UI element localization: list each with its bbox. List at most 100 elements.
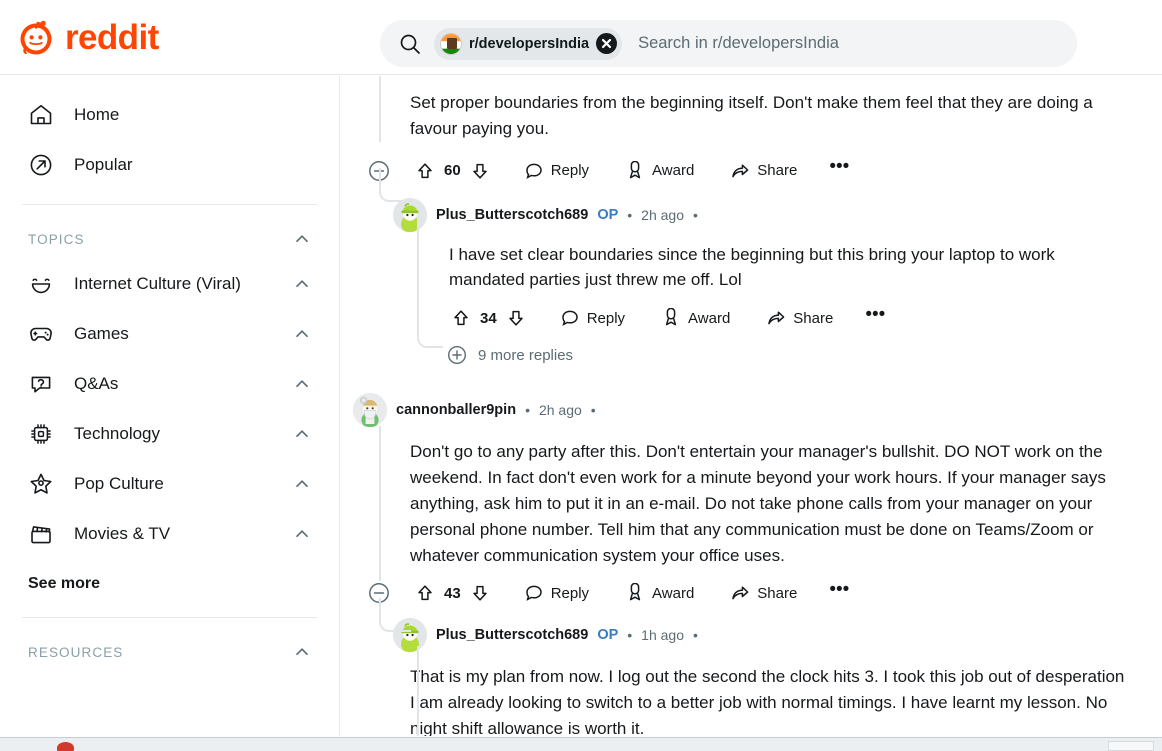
sidebar-item-movies-tv-label: Movies & TV [74, 523, 171, 543]
comment-bubble-icon [560, 308, 580, 328]
more-options-icon[interactable]: ••• [819, 157, 859, 184]
share-label: Share [757, 162, 798, 180]
sidebar-item-technology-label: Technology [74, 423, 161, 443]
home-icon [28, 102, 54, 128]
user-avatar-masked-icon[interactable] [353, 393, 387, 428]
resources-section-title: RESOURCES [28, 644, 124, 660]
award-button[interactable]: Award [617, 157, 702, 185]
sidebar-item-pop-culture-label: Pop Culture [74, 473, 164, 493]
award-label: Award [652, 162, 695, 180]
comment-timestamp: 1h ago [641, 627, 684, 644]
chevron-up-icon[interactable] [293, 275, 311, 293]
expand-plus-icon [446, 344, 468, 366]
search-input[interactable]: Search in r/developersIndia [638, 34, 839, 53]
comment-action-bar: 43 Reply Award Share ••• [367, 574, 1162, 612]
separator-dot: • [693, 627, 698, 644]
close-icon[interactable] [596, 33, 618, 54]
search-icon [398, 32, 422, 56]
separator-dot: • [525, 402, 530, 419]
star-icon [28, 471, 54, 497]
vote-group: 60 [409, 157, 496, 185]
upvote-arrow-icon[interactable] [415, 161, 435, 181]
vote-group: 43 [409, 579, 496, 607]
more-options-icon[interactable]: ••• [819, 580, 859, 607]
gamepad-icon [28, 321, 54, 347]
chevron-up-icon[interactable] [293, 325, 311, 343]
user-avatar-green-icon[interactable] [393, 197, 427, 232]
chevron-up-icon[interactable] [293, 375, 311, 393]
chevron-up-icon[interactable] [293, 525, 311, 543]
award-button[interactable]: Award [617, 579, 702, 607]
comment-text: Set proper boundaries from the beginning… [410, 93, 1093, 138]
op-badge: OP [597, 627, 619, 644]
comment-item: cannonballer9pin • 2h ago • Don't go to … [341, 393, 1162, 612]
comment-text: Don't go to any party after this. Don't … [410, 442, 1106, 565]
comment-item: Plus_Butterscotch689 OP • 1h ago • That … [341, 618, 1162, 736]
award-button[interactable]: Award [653, 304, 738, 332]
sidebar-item-home[interactable]: Home [16, 90, 323, 140]
sidebar-item-qas-label: Q&As [74, 373, 119, 393]
comment-action-bar: 60 Reply Award Share ••• [367, 152, 1162, 190]
share-label: Share [793, 309, 834, 327]
share-arrow-icon [730, 583, 750, 603]
reply-label: Reply [550, 162, 590, 180]
award-badge-icon [625, 160, 645, 181]
sidebar-item-games[interactable]: Games [16, 309, 323, 359]
award-label: Award [688, 309, 731, 327]
subreddit-chip-label: r/developersIndia [469, 35, 590, 52]
chevron-up-icon[interactable] [293, 643, 311, 661]
chevron-up-icon[interactable] [293, 425, 311, 443]
sidebar-item-internet-culture[interactable]: Internet Culture (Viral) [16, 259, 323, 309]
share-button[interactable]: Share [758, 304, 841, 332]
taskbar-tray[interactable] [1108, 741, 1154, 751]
share-button[interactable]: Share [722, 157, 805, 185]
vote-count: 34 [480, 309, 497, 327]
sidebar-section-resources[interactable]: RESOURCES [16, 632, 323, 672]
comment-author-row: cannonballer9pin • 2h ago • [353, 393, 1162, 428]
comment-bubble-icon [524, 583, 544, 603]
more-replies-label: 9 more replies [478, 346, 574, 364]
reply-button[interactable]: Reply [552, 304, 633, 332]
chevron-up-icon[interactable] [293, 475, 311, 493]
more-replies-button[interactable]: 9 more replies [446, 339, 1162, 371]
award-label: Award [652, 584, 695, 602]
op-badge: OP [597, 206, 619, 223]
downvote-arrow-icon[interactable] [470, 583, 490, 603]
sidebar-item-pop-culture[interactable]: Pop Culture [16, 459, 323, 509]
popular-arrow-icon [28, 152, 54, 178]
chevron-up-icon[interactable] [293, 230, 311, 248]
subreddit-filter-chip[interactable]: r/developersIndia [434, 27, 623, 60]
sidebar-divider-1 [22, 204, 317, 205]
comment-thread: Set proper boundaries from the beginning… [341, 76, 1162, 736]
reply-button[interactable]: Reply [516, 157, 597, 185]
thread-curve-c2 [379, 598, 411, 632]
separator-dot: • [590, 402, 596, 419]
vote-count: 60 [444, 162, 461, 180]
reddit-logo[interactable]: reddit [16, 17, 316, 57]
more-options-icon[interactable]: ••• [855, 305, 895, 332]
downvote-arrow-icon[interactable] [470, 161, 490, 181]
reddit-wordmark: reddit [65, 17, 159, 57]
sidebar-section-topics[interactable]: TOPICS [16, 219, 323, 259]
upvote-arrow-icon[interactable] [451, 308, 471, 328]
award-badge-icon [625, 583, 645, 603]
taskbar-app-icon[interactable] [57, 742, 74, 751]
reply-label: Reply [586, 309, 626, 327]
comment-author-name[interactable]: Plus_Butterscotch689 [436, 207, 588, 223]
upvote-arrow-icon[interactable] [415, 583, 435, 603]
comment-author-name[interactable]: cannonballer9pin [396, 402, 516, 418]
downvote-arrow-icon[interactable] [506, 308, 526, 328]
share-button[interactable]: Share [722, 579, 805, 607]
comment-action-bar: 34 Reply Award Share ••• [445, 299, 1162, 337]
sidebar-item-qas[interactable]: Q&As [16, 359, 323, 409]
sidebar-item-movies-tv[interactable]: Movies & TV [16, 509, 323, 559]
topics-section-title: TOPICS [28, 231, 85, 247]
reply-button[interactable]: Reply [516, 579, 597, 607]
comment-author-name[interactable]: Plus_Butterscotch689 [436, 627, 588, 643]
comment-item: Plus_Butterscotch689 OP • 2h ago • I hav… [341, 197, 1162, 372]
search-bar[interactable]: r/developersIndia Search in r/developers… [380, 20, 1077, 67]
sidebar-item-technology[interactable]: Technology [16, 409, 323, 459]
comment-timestamp: 2h ago [538, 402, 582, 419]
see-more-button[interactable]: See more [16, 565, 323, 603]
sidebar-item-popular[interactable]: Popular [16, 140, 323, 190]
